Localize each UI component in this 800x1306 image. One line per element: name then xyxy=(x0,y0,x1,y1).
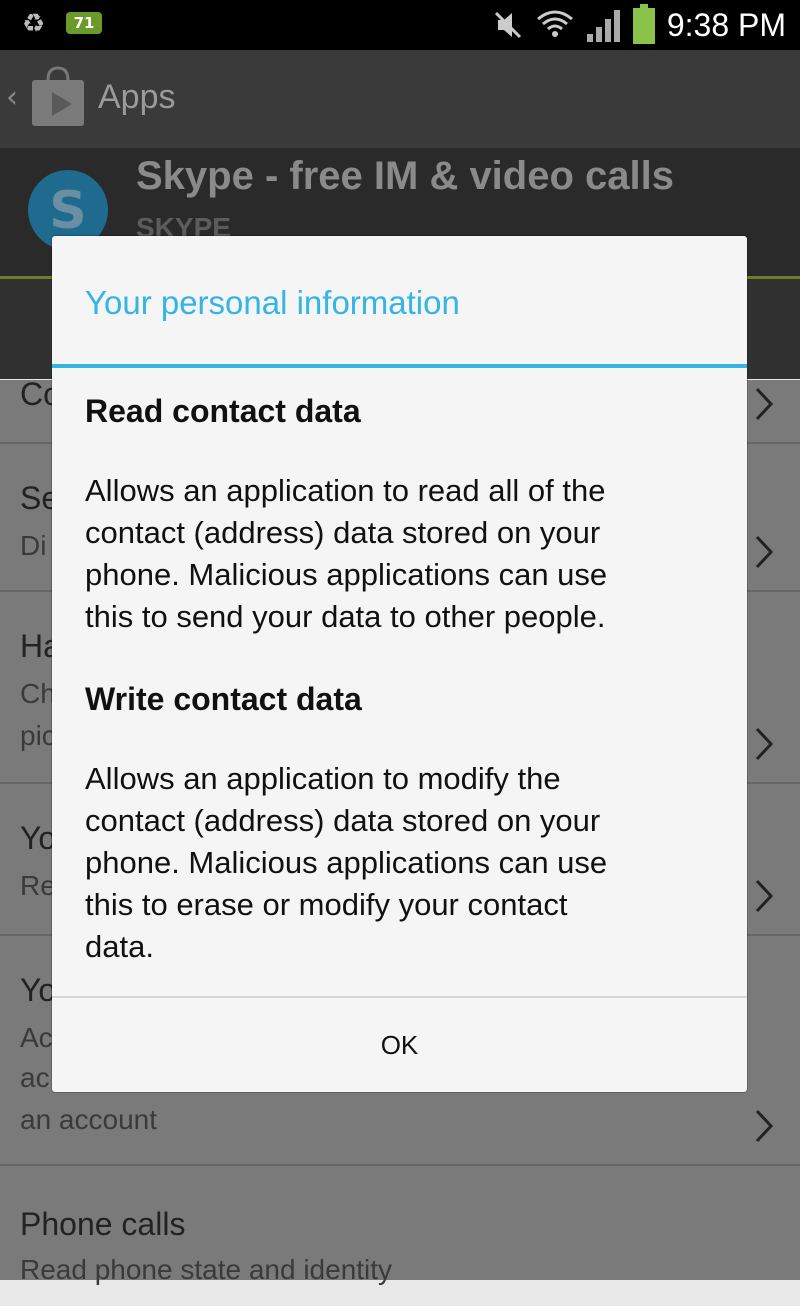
section-text: this to erase or modify your contact xyxy=(85,887,568,922)
chevron-right-icon xyxy=(755,1109,774,1143)
section-text: contact (address) data stored on your xyxy=(85,803,601,838)
section-text: data. xyxy=(85,929,154,964)
chevron-right-icon xyxy=(755,727,774,761)
section-heading: Write contact data xyxy=(85,681,362,717)
app-name: Skype - free IM & video calls xyxy=(136,154,674,198)
section-text: Allows an application to read all of the xyxy=(85,473,606,508)
action-bar: ‹ Apps xyxy=(0,50,800,148)
play-store-icon[interactable] xyxy=(28,66,88,128)
dialog-title-divider xyxy=(52,364,747,368)
section-text: phone. Malicious applications can use xyxy=(85,845,608,880)
signal-icon xyxy=(587,10,620,42)
section-heading: Read contact data xyxy=(85,393,361,429)
recycle-icon: ♻ xyxy=(22,9,46,39)
section-text: phone. Malicious applications can use xyxy=(85,557,608,592)
list-item[interactable]: Phone calls Read phone state and identit… xyxy=(0,1166,800,1306)
ok-button[interactable]: OK xyxy=(52,998,747,1092)
chevron-right-icon xyxy=(755,879,774,913)
dialog-title: Your personal information xyxy=(85,284,460,321)
clock: 9:38 PM xyxy=(666,7,786,43)
section-text: contact (address) data stored on your xyxy=(85,515,601,550)
action-bar-title: Apps xyxy=(98,78,176,116)
battery-badge: 71 xyxy=(66,12,102,34)
svg-text:S: S xyxy=(49,181,86,241)
wifi-icon xyxy=(537,10,573,37)
back-chevron-icon[interactable]: ‹ xyxy=(6,80,18,115)
section-text: Allows an application to modify the xyxy=(85,761,561,796)
mute-icon xyxy=(494,11,522,39)
dialog-body[interactable]: Read contact data Allows an application … xyxy=(85,386,725,968)
section-text: this to send your data to other people. xyxy=(85,599,606,634)
chevron-right-icon xyxy=(755,535,774,569)
battery-icon xyxy=(633,4,655,44)
permission-dialog: Your personal information Read contact d… xyxy=(52,236,747,1092)
chevron-right-icon xyxy=(755,387,774,421)
status-bar: ♻ 71 9:38 PM xyxy=(0,0,800,50)
